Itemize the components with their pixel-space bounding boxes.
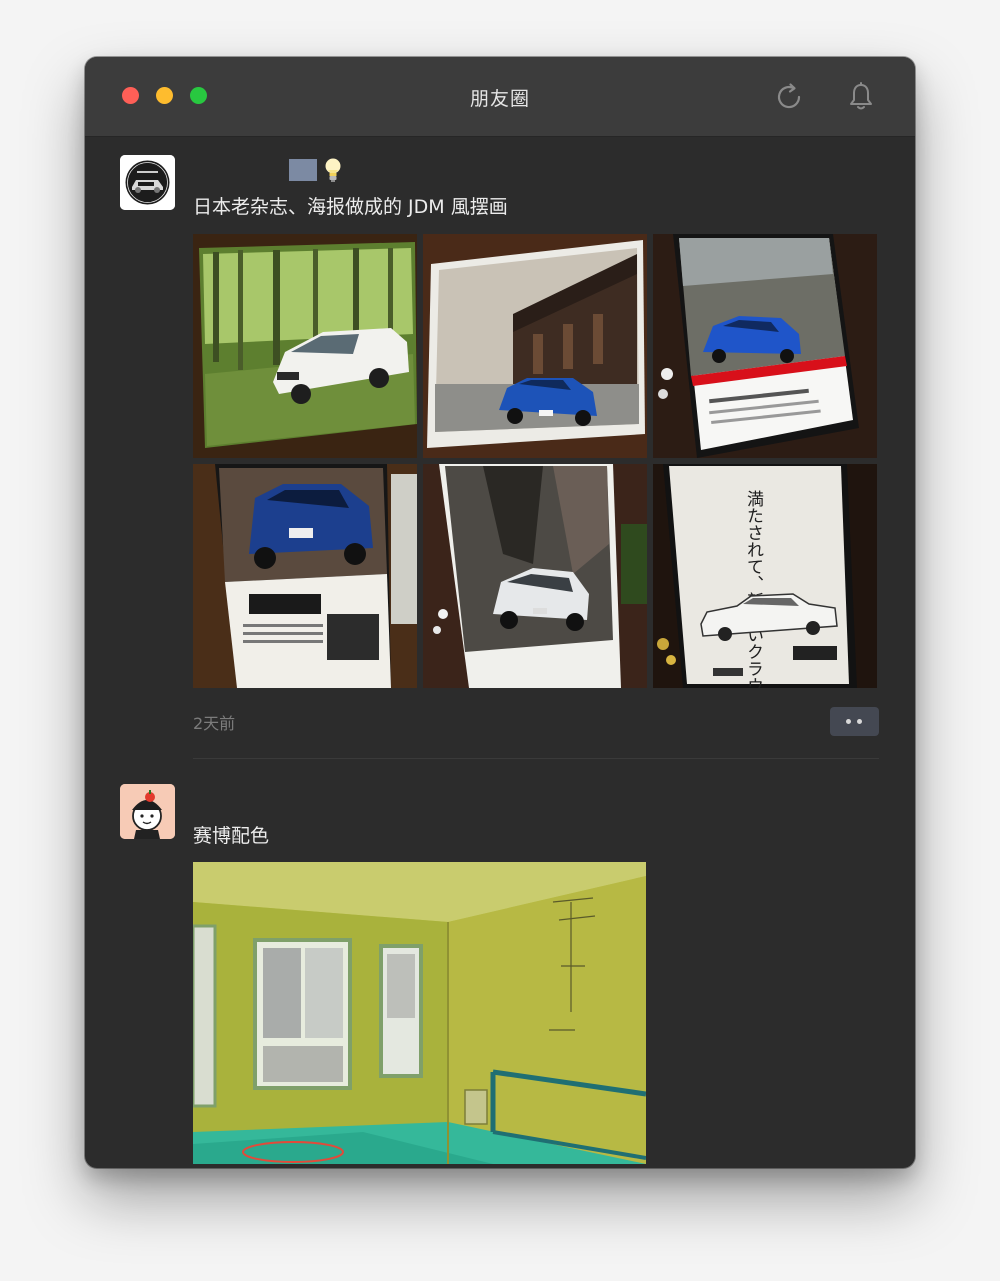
lightbulb-icon xyxy=(325,158,341,182)
more-dots-icon[interactable] xyxy=(830,707,879,736)
photo-grid: 満たされて、新しいクラウン。 xyxy=(193,234,877,688)
photo-single[interactable] xyxy=(193,862,646,1164)
refresh-icon[interactable] xyxy=(773,81,805,113)
photo-thumbnail[interactable] xyxy=(653,234,877,458)
photo-thumbnail[interactable] xyxy=(423,464,647,688)
user-name-redacted[interactable] xyxy=(289,159,317,181)
post-divider xyxy=(193,758,879,759)
post-timestamp: 2天前 xyxy=(193,714,236,733)
photo-thumbnail[interactable] xyxy=(193,234,417,458)
photo-thumbnail[interactable] xyxy=(193,464,417,688)
post-text: 日本老杂志、海报做成的 JDM 風摆画 xyxy=(193,196,508,218)
avatar-cartoon-image xyxy=(120,784,175,839)
ad-headline: 満たされて、新しいクラウン。 xyxy=(743,490,764,688)
post-text: 赛博配色 xyxy=(193,825,270,847)
bell-icon[interactable] xyxy=(845,81,877,113)
avatar[interactable] xyxy=(120,784,175,839)
photo-thumbnail[interactable] xyxy=(423,234,647,458)
avatar[interactable] xyxy=(120,155,175,210)
title-bar: 朋友圈 xyxy=(85,57,915,137)
app-window: 朋友圈 日本老杂志、海报做成的 JDM 風摆画 満たされて、新しいクラウン。 2… xyxy=(85,57,915,1168)
moments-feed[interactable]: 日本老杂志、海报做成的 JDM 風摆画 満たされて、新しいクラウン。 2天前 赛… xyxy=(85,137,915,1168)
photo-thumbnail[interactable]: 満たされて、新しいクラウン。 xyxy=(653,464,877,688)
avatar-logo-image xyxy=(120,155,175,210)
